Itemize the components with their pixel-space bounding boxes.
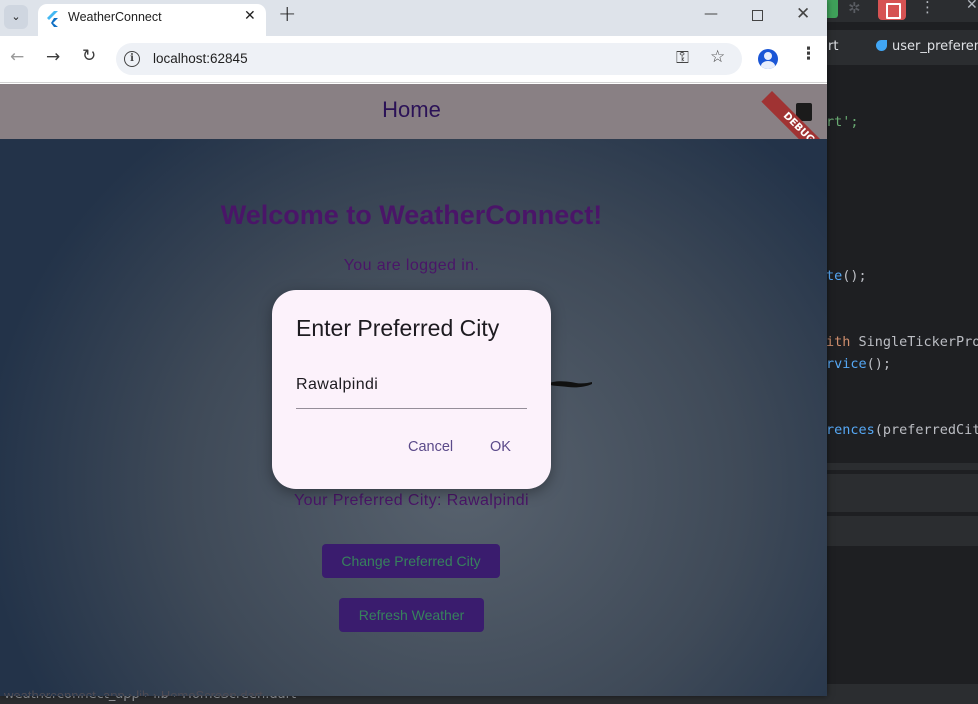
- ide-code-editor[interactable]: rt'; te(); ith SingleTickerProv rvice();…: [826, 66, 978, 462]
- code-string: rt';: [826, 114, 859, 130]
- url-text[interactable]: localhost:62845: [153, 51, 248, 66]
- code-line: te();: [826, 268, 867, 284]
- ide-run-indicator[interactable]: [826, 0, 838, 18]
- cancel-button[interactable]: Cancel: [408, 439, 453, 455]
- code-text: ();: [842, 268, 867, 284]
- site-info-icon[interactable]: i: [124, 51, 140, 67]
- page-title: Home: [382, 97, 441, 122]
- ok-button[interactable]: OK: [490, 439, 511, 455]
- code-line: rences(preferredCity: [826, 422, 978, 438]
- flutter-icon: [47, 11, 58, 27]
- tab-strip: ⌄ WeatherConnect ✕ + — ✕: [0, 0, 827, 36]
- dialog-title: Enter Preferred City: [296, 315, 500, 341]
- window-close-icon[interactable]: ✕: [796, 4, 810, 24]
- key-icon[interactable]: ⚿: [676, 48, 689, 68]
- code-line: rt';: [826, 114, 859, 130]
- more-vertical-icon[interactable]: ⋮: [920, 0, 935, 16]
- preferred-city-text: Your Preferred City: Rawalpindi: [293, 492, 530, 509]
- close-icon[interactable]: ✕: [966, 0, 978, 13]
- ide-tab-main[interactable]: rt: [828, 39, 838, 54]
- refresh-weather-button[interactable]: Refresh Weather: [339, 598, 484, 632]
- stop-icon[interactable]: [878, 0, 906, 20]
- app-bar: Home: [0, 84, 827, 139]
- change-city-button[interactable]: Change Preferred City: [322, 544, 500, 578]
- ide-tab-label: user_preferen: [892, 39, 978, 54]
- welcome-heading: Welcome to WeatherConnect!: [220, 200, 603, 230]
- code-text: ();: [866, 356, 892, 372]
- profile-avatar-icon[interactable]: [758, 49, 778, 69]
- address-bar[interactable]: i localhost:62845 ⚿ ☆: [116, 43, 742, 75]
- browser-tab[interactable]: WeatherConnect ✕: [38, 4, 266, 36]
- ide-editor-tabs: rt user_preferen: [826, 30, 978, 66]
- app-viewport: Home DEBUG Welcome to WeatherConnect! Yo…: [0, 84, 827, 696]
- ide-panel-toolbar: [826, 516, 978, 546]
- back-arrow-icon[interactable]: ←: [10, 47, 24, 67]
- reload-icon[interactable]: ↻: [82, 46, 96, 66]
- code-line: ith SingleTickerProv: [826, 334, 978, 350]
- code-line: rvice();: [826, 356, 891, 372]
- ide-panel-header: [826, 474, 978, 512]
- preferred-city-dialog: Enter Preferred City Rawalpindi Cancel O…: [272, 290, 551, 489]
- maximize-icon[interactable]: [752, 10, 763, 21]
- code-text: SingleTickerProv: [858, 334, 978, 350]
- code-keyword: ith: [826, 334, 859, 350]
- ide-breadcrumb-overlap: weatherconnect_app › lib › HomeScreen.da…: [4, 688, 263, 696]
- code-function: rences: [826, 422, 875, 438]
- tab-title: WeatherConnect: [68, 10, 162, 24]
- code-function: rvice: [826, 356, 867, 372]
- login-status-text: You are logged in.: [343, 257, 480, 274]
- dart-file-icon: [876, 40, 887, 51]
- code-function: te: [826, 268, 843, 284]
- city-input-value[interactable]: Rawalpindi: [296, 376, 378, 394]
- code-text: (preferredCity: [874, 422, 978, 438]
- close-tab-icon[interactable]: ✕: [244, 8, 256, 24]
- browser-menu-icon[interactable]: ⋮: [800, 46, 817, 63]
- browser-toolbar: ← → ↻ i localhost:62845 ⚿ ☆ ⋮: [0, 36, 827, 83]
- weather-icon: [546, 381, 592, 388]
- forward-arrow-icon[interactable]: →: [46, 47, 60, 67]
- minimize-icon[interactable]: —: [704, 6, 718, 22]
- tab-search-icon[interactable]: ⌄: [4, 5, 28, 29]
- ide-horizontal-scrollbar[interactable]: [826, 463, 978, 470]
- bookmark-star-icon[interactable]: ☆: [710, 47, 725, 67]
- gear-icon[interactable]: ✲: [848, 0, 861, 16]
- ide-tab-user-preferences[interactable]: user_preferen: [876, 39, 978, 54]
- browser-window: ⌄ WeatherConnect ✕ + — ✕ ← → ↻ i localho…: [0, 0, 827, 696]
- city-input[interactable]: Rawalpindi: [296, 374, 527, 409]
- new-tab-icon[interactable]: +: [278, 2, 296, 27]
